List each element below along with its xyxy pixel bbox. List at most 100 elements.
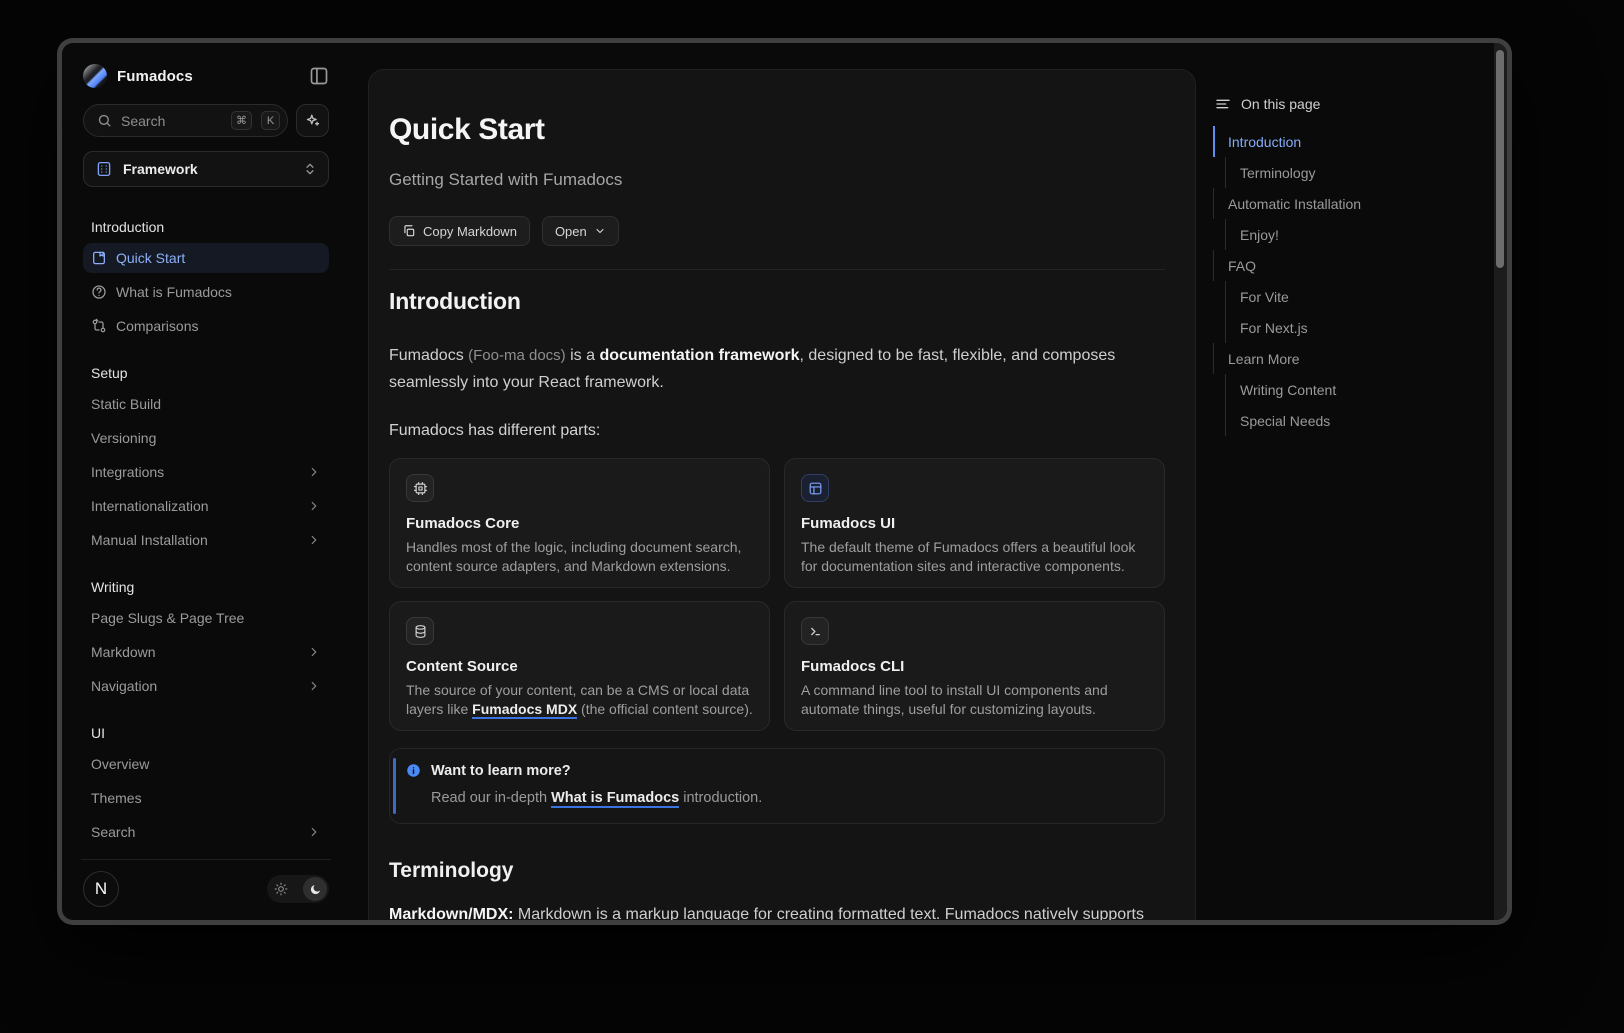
fumadocs-mdx-link[interactable]: Fumadocs MDX (472, 701, 577, 719)
open-dropdown-button[interactable]: Open (542, 216, 619, 246)
what-is-fumadocs-link[interactable]: What is Fumadocs (551, 790, 679, 808)
nav-section-title: Setup (91, 365, 321, 381)
toc-item-for-vite[interactable]: For Vite (1213, 281, 1463, 312)
copy-icon (402, 224, 416, 238)
sidebar-item-label: Static Build (91, 396, 161, 412)
sidebar-item-overview[interactable]: Overview (83, 749, 329, 779)
theme-toggle[interactable] (267, 875, 329, 903)
sidebar-item-label: Internationalization (91, 498, 209, 514)
toc-item-for-nextjs[interactable]: For Next.js (1213, 312, 1463, 343)
scrollbar-thumb[interactable] (1496, 50, 1504, 268)
sidebar-item-navigation[interactable]: Navigation (83, 671, 329, 701)
toc-title: On this page (1241, 96, 1320, 112)
fumadocs-logo (83, 64, 107, 88)
sidebar-item-label: Comparisons (116, 318, 198, 334)
sidebar-nav: Introduction Quick Start What is Fumadoc… (83, 219, 329, 859)
git-compare-icon (91, 318, 107, 334)
chevron-right-icon (307, 825, 321, 839)
sidebar-item-label: Search (91, 824, 135, 840)
sidebar-item-manual-installation[interactable]: Manual Installation (83, 525, 329, 555)
building-icon (95, 160, 113, 178)
toc-item-label: For Vite (1240, 289, 1289, 305)
framework-select[interactable]: Framework (83, 151, 329, 187)
sidebar-item-markdown[interactable]: Markdown (83, 637, 329, 667)
toc-item-automatic-installation[interactable]: Automatic Installation (1213, 188, 1463, 219)
intro-paragraph: Fumadocs (Foo-ma docs) is a documentatio… (389, 342, 1165, 396)
sun-icon[interactable] (269, 877, 293, 901)
chevron-right-icon (307, 645, 321, 659)
card-fumadocs-ui: Fumadocs UI The default theme of Fumadoc… (784, 458, 1165, 588)
toc-item-label: Special Needs (1240, 413, 1330, 429)
help-circle-icon (91, 284, 107, 300)
card-fumadocs-cli: Fumadocs CLI A command line tool to inst… (784, 601, 1165, 731)
terminology-paragraph: Markdown/MDX: Markdown is a markup langu… (389, 903, 1165, 920)
app-window: Fumadocs Search ⌘ K (57, 38, 1512, 925)
sidebar-item-internationalization[interactable]: Internationalization (83, 491, 329, 521)
card-title: Fumadocs CLI (801, 658, 1148, 675)
info-icon (406, 763, 421, 778)
toc-rail (1225, 312, 1226, 343)
sparkles-icon (304, 112, 321, 129)
sidebar-item-label: Themes (91, 790, 142, 806)
toc-rail (1225, 405, 1226, 436)
sidebar-collapse-icon[interactable] (309, 66, 329, 86)
moon-icon[interactable] (303, 877, 327, 901)
scrollbar-track[interactable] (1494, 43, 1507, 920)
kbd-cmd: ⌘ (231, 111, 252, 130)
chevron-right-icon (307, 679, 321, 693)
toc-item-terminology[interactable]: Terminology (1213, 157, 1463, 188)
page-subtitle: Getting Started with Fumadocs (389, 169, 1165, 191)
ai-assistant-button[interactable] (296, 104, 329, 137)
brand-title: Fumadocs (117, 68, 299, 85)
toc-item-enjoy[interactable]: Enjoy! (1213, 219, 1463, 250)
intro-bold-text: documentation framework (599, 347, 799, 364)
sidebar-item-comparisons[interactable]: Comparisons (83, 311, 329, 341)
card-title: Content Source (406, 658, 753, 675)
sidebar-item-quick-start[interactable]: Quick Start (83, 243, 329, 273)
callout-title: Want to learn more? (431, 762, 1148, 780)
toc-item-special-needs[interactable]: Special Needs (1213, 405, 1463, 436)
sidebar-item-search[interactable]: Search (83, 817, 329, 847)
sidebar-item-static-build[interactable]: Static Build (83, 389, 329, 419)
search-icon (97, 113, 112, 128)
search-input[interactable]: Search ⌘ K (83, 104, 288, 137)
info-callout: Want to learn more? Read our in-depth Wh… (389, 748, 1165, 824)
toc-item-writing-content[interactable]: Writing Content (1213, 374, 1463, 405)
sidebar-item-label: Integrations (91, 464, 164, 480)
sidebar-item-label: Markdown (91, 644, 156, 660)
toc-rail (1225, 157, 1226, 188)
sidebar-item-label: Versioning (91, 430, 156, 446)
sidebar-item-label: Overview (91, 756, 149, 772)
toc-rail (1225, 281, 1226, 312)
sidebar-item-versioning[interactable]: Versioning (83, 423, 329, 453)
sidebar-item-integrations[interactable]: Integrations (83, 457, 329, 487)
sidebar-item-label: Page Slugs & Page Tree (91, 610, 244, 626)
page: Fumadocs Search ⌘ K (62, 43, 1507, 920)
toc-item-label: Introduction (1228, 134, 1301, 150)
database-icon (406, 617, 434, 645)
sidebar-item-themes[interactable]: Themes (83, 783, 329, 813)
chevrons-up-down-icon (303, 162, 317, 176)
chevron-right-icon (307, 533, 321, 547)
divider (389, 269, 1165, 270)
terminology-heading: Terminology (389, 859, 1165, 883)
search-placeholder: Search (121, 113, 222, 129)
nav-section-title: Writing (91, 579, 321, 595)
open-label: Open (555, 224, 587, 239)
nextjs-logo[interactable]: N (83, 871, 119, 907)
toc-item-introduction[interactable]: Introduction (1213, 126, 1463, 157)
toc-item-faq[interactable]: FAQ (1213, 250, 1463, 281)
copy-markdown-button[interactable]: Copy Markdown (389, 216, 530, 246)
callout-body: Read our in-depth What is Fumadocs intro… (431, 789, 1148, 808)
intro-pronunciation: (Foo-ma docs) (468, 347, 566, 364)
toc-item-label: For Next.js (1240, 320, 1308, 336)
sidebar-item-page-slugs[interactable]: Page Slugs & Page Tree (83, 603, 329, 633)
toc-icon (1215, 96, 1231, 112)
card-description: The source of your content, can be a CMS… (406, 681, 753, 719)
toc-item-label: Terminology (1240, 165, 1315, 181)
kbd-k: K (261, 111, 280, 130)
toc-item-learn-more[interactable]: Learn More (1213, 343, 1463, 374)
copy-markdown-label: Copy Markdown (423, 224, 517, 239)
toc-rail (1213, 188, 1214, 219)
sidebar-item-what-is-fumadocs[interactable]: What is Fumadocs (83, 277, 329, 307)
